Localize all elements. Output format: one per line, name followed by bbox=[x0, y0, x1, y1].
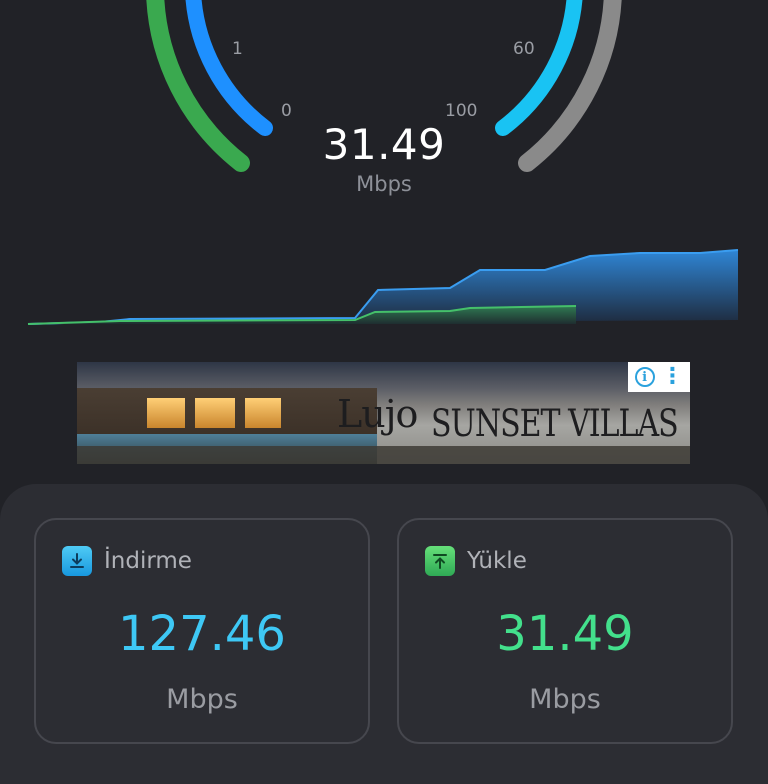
speed-history-graph bbox=[27, 249, 739, 325]
download-result-card: İndirme 127.46 Mbps bbox=[34, 518, 370, 744]
gauge-inner-left-arc bbox=[185, 0, 273, 136]
download-value: 127.46 bbox=[118, 606, 286, 662]
gauge-tick-label: 60 bbox=[513, 39, 535, 59]
upload-unit: Mbps bbox=[529, 684, 601, 715]
upload-value: 31.49 bbox=[496, 606, 634, 662]
ad-title: SUNSET VILLAS bbox=[431, 402, 679, 446]
gauge-tick-label: 100 bbox=[445, 101, 478, 121]
gauge-tick-label: 1 bbox=[232, 39, 243, 59]
download-icon bbox=[62, 546, 92, 576]
ad-villa-window bbox=[245, 398, 281, 428]
ad-foreground bbox=[77, 446, 690, 464]
ad-brand-logo: Lujo bbox=[337, 392, 418, 436]
ad-villa-window bbox=[195, 398, 235, 428]
more-vertical-icon[interactable]: ⋮ bbox=[661, 366, 683, 388]
ad-choices-badge[interactable]: i ⋮ bbox=[628, 362, 690, 392]
current-speed-unit: Mbps bbox=[356, 172, 412, 196]
download-label: İndirme bbox=[104, 548, 192, 574]
gauge-tick-label: 0 bbox=[281, 101, 292, 121]
upload-icon bbox=[425, 546, 455, 576]
ad-banner[interactable]: Lujo SUNSET VILLAS i ⋮ bbox=[77, 362, 690, 464]
ad-villa-window bbox=[147, 398, 185, 428]
upload-result-card: Yükle 31.49 Mbps bbox=[397, 518, 733, 744]
upload-label: Yükle bbox=[467, 548, 527, 574]
current-speed-value: 31.49 bbox=[322, 120, 446, 169]
download-unit: Mbps bbox=[166, 684, 238, 715]
gauge-inner-right-arc bbox=[495, 0, 583, 136]
info-icon[interactable]: i bbox=[634, 367, 655, 387]
